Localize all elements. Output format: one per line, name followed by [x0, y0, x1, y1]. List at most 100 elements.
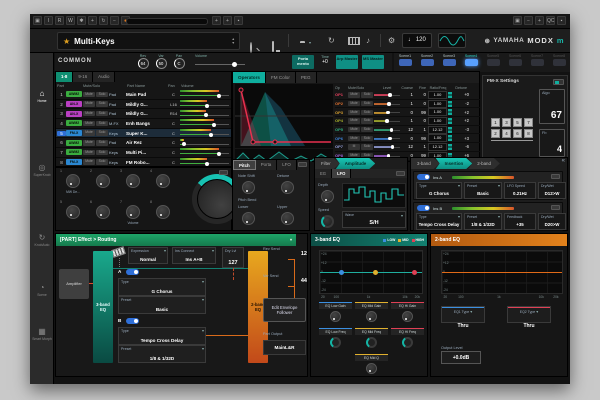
scene-button[interactable]: Scene6	[504, 53, 526, 72]
algorithm-field[interactable]: Algo 67	[539, 89, 565, 124]
host-icon[interactable]: +	[223, 16, 232, 25]
note-icon[interactable]: ♪	[366, 35, 370, 47]
operator-fine-value[interactable]: 99	[415, 136, 428, 141]
operator-row[interactable]: OP1 Mute Solo 1 0 1.00 +0	[335, 91, 480, 100]
performance-name-box[interactable]: ★ Multi-Keys ▲ ▼	[57, 32, 240, 50]
common-knob-value[interactable]: C	[174, 58, 185, 69]
operator-solo-button[interactable]: Solo	[361, 127, 373, 132]
amplitude-panel-switch[interactable]	[396, 171, 405, 176]
part-row[interactable]: 4 AWM2 Mute Solo M.FX Enh Bangs C	[56, 119, 231, 129]
ins-a-toggle[interactable]	[417, 174, 430, 180]
operator-fine-value[interactable]: 1	[415, 144, 428, 149]
arp-master-button[interactable]: Arp Master	[336, 55, 358, 69]
operator-ratio-field[interactable]: 1.00	[428, 91, 452, 99]
part-row[interactable]: 1 AWM2 Mute Solo Pad Main Pad C	[56, 90, 231, 100]
gear-icon[interactable]: ⚙	[388, 35, 395, 47]
part-output-value[interactable]: MainL&R	[263, 340, 306, 355]
operators-tab[interactable]: PEG	[296, 72, 317, 83]
lfo-speed-knob[interactable]	[321, 215, 334, 228]
dry-level-field[interactable]: Dry Lvl 127	[222, 247, 244, 268]
part-mute-button[interactable]: Mute	[83, 101, 95, 107]
operator-detune-value[interactable]: +3	[452, 136, 469, 141]
portamento-button[interactable]: Porta mento	[292, 55, 314, 69]
part-solo-button[interactable]: Solo	[96, 101, 108, 107]
output-level-field[interactable]: Output Level +0.0dB	[441, 346, 481, 364]
assign-knob[interactable]: 5	[58, 200, 88, 231]
operator-coarse-value[interactable]: 1	[402, 92, 415, 97]
feedback-field[interactable]: Fb 4	[539, 129, 565, 157]
routing-b-preset-select[interactable]: Preset▾ 1/8 & 1/32D	[118, 345, 206, 363]
operator-solo-button[interactable]: Solo	[361, 110, 373, 115]
lfo-depth-knob[interactable]	[321, 190, 334, 203]
routing-ins-a-toggle[interactable]	[126, 269, 139, 275]
operator-coarse-value[interactable]: 1	[402, 101, 415, 106]
collapse-icon[interactable]: «	[562, 158, 565, 164]
favorite-star-icon[interactable]: ★	[63, 37, 70, 46]
scene-pad[interactable]	[487, 59, 500, 66]
operator-coarse-value[interactable]: 0	[402, 110, 415, 115]
eq-freq-knob[interactable]: EQ Hi Freq	[391, 328, 424, 348]
bend-upper-knob[interactable]	[281, 212, 294, 225]
common-knob[interactable]: Rev 64	[135, 54, 151, 69]
host-icon[interactable]: ↻	[99, 16, 108, 25]
routing-a-type-select[interactable]: Type▾ G Chorus	[118, 278, 206, 296]
operator-ratio-field[interactable]: 1.00	[428, 100, 452, 108]
sidebar-item[interactable]: ◎ SuperKnob	[30, 163, 54, 177]
scene-button[interactable]: Scene5	[482, 53, 504, 72]
host-window-icon[interactable]: +	[535, 16, 544, 25]
operator-row[interactable]: OP5 Mute Solo 12 1 12.12 -3	[335, 126, 480, 135]
operator-mute-button[interactable]: Mute	[348, 110, 360, 115]
assign-knob[interactable]: 1 MW De...	[58, 169, 88, 200]
part-row[interactable]: 7 AWM2 Mute Solo Keys Multi Pi... C	[56, 148, 231, 158]
host-icon[interactable]: I	[44, 16, 53, 25]
assign-knob[interactable]: 2	[88, 169, 118, 200]
note-shift-knob[interactable]	[242, 181, 255, 194]
operator-detune-value[interactable]: -2	[452, 101, 469, 106]
edit-envelope-follower-button[interactable]: Edit Envelope Follower	[263, 298, 306, 322]
eq-gain-knob[interactable]: EQ Hi Gain	[391, 302, 424, 322]
operator-detune-value[interactable]: +0	[452, 92, 469, 97]
eq-high-handle[interactable]	[412, 270, 417, 275]
feedback-value[interactable]: 4	[540, 144, 562, 154]
part-row[interactable]: 6 AWM2 Mute Solo Pad Air Rez C	[56, 138, 231, 148]
ins-a-preset-field[interactable]: Preset▾ Basic	[464, 182, 502, 199]
operator-ratio-field[interactable]: 12.12	[428, 126, 452, 134]
pitch-tab[interactable]: LFO	[277, 160, 297, 170]
ins-a-type-field[interactable]: Type▾ G Chorus	[416, 182, 462, 199]
monitor-icon[interactable]	[272, 41, 274, 52]
operator-solo-button[interactable]: Solo	[361, 144, 373, 149]
scene-pad[interactable]	[465, 59, 478, 66]
operator-solo-button[interactable]: Solo	[361, 101, 373, 106]
scene-pad[interactable]	[421, 59, 434, 66]
operator-mute-button[interactable]: Mute	[348, 101, 360, 106]
routing-b-type-select[interactable]: Type▾ Tempo Cross Delay	[118, 327, 206, 345]
ins-b-switch[interactable]	[551, 205, 560, 210]
part-row[interactable]: 3 AN-X Mute Solo Pad Mildly G... R14	[56, 109, 231, 119]
eq-mid-q-knob[interactable]: EQ Mid Q	[355, 354, 388, 374]
scene-pad[interactable]	[509, 59, 522, 66]
part-tab[interactable]: 1-8	[56, 72, 73, 82]
operator-coarse-value[interactable]: 12	[402, 127, 415, 132]
assign-knob[interactable]: 6	[88, 200, 118, 231]
host-icon[interactable]: +	[212, 16, 221, 25]
common-volume-slider[interactable]	[195, 63, 245, 66]
operator-coarse-value[interactable]: 1	[402, 118, 415, 123]
routing-header[interactable]: [PART] Effect > Routing ▾	[56, 234, 296, 246]
operator-level-slider[interactable]	[374, 144, 400, 150]
host-icon[interactable]: +	[88, 16, 97, 25]
operator-row[interactable]: OP7 M Solo 12 1 12.12 -6	[335, 143, 480, 152]
part-row[interactable]: 5 FM-X Mute Solo Keys Super K... C	[56, 129, 231, 139]
ins-a-switch[interactable]	[551, 174, 560, 179]
sidebar-item[interactable]: ↻ KnobAuto	[30, 233, 54, 247]
amplitude-subtab[interactable]: LFO	[332, 169, 351, 178]
operator-level-slider[interactable]	[374, 127, 400, 133]
host-icon[interactable]: ▪	[234, 16, 243, 25]
operator-solo-button[interactable]: Solo	[361, 136, 373, 141]
assign-knob-dial[interactable]	[96, 174, 110, 188]
assign-knob-dial[interactable]	[66, 205, 80, 219]
eq-low-handle[interactable]	[339, 270, 344, 275]
eq1-type-select[interactable]: EQ1 Type ▾ Thru	[441, 306, 485, 323]
host-window-icon[interactable]: −	[524, 16, 533, 25]
part-volume-slider[interactable]	[180, 129, 229, 137]
operator-ratio-value[interactable]: 1.00	[428, 134, 447, 142]
